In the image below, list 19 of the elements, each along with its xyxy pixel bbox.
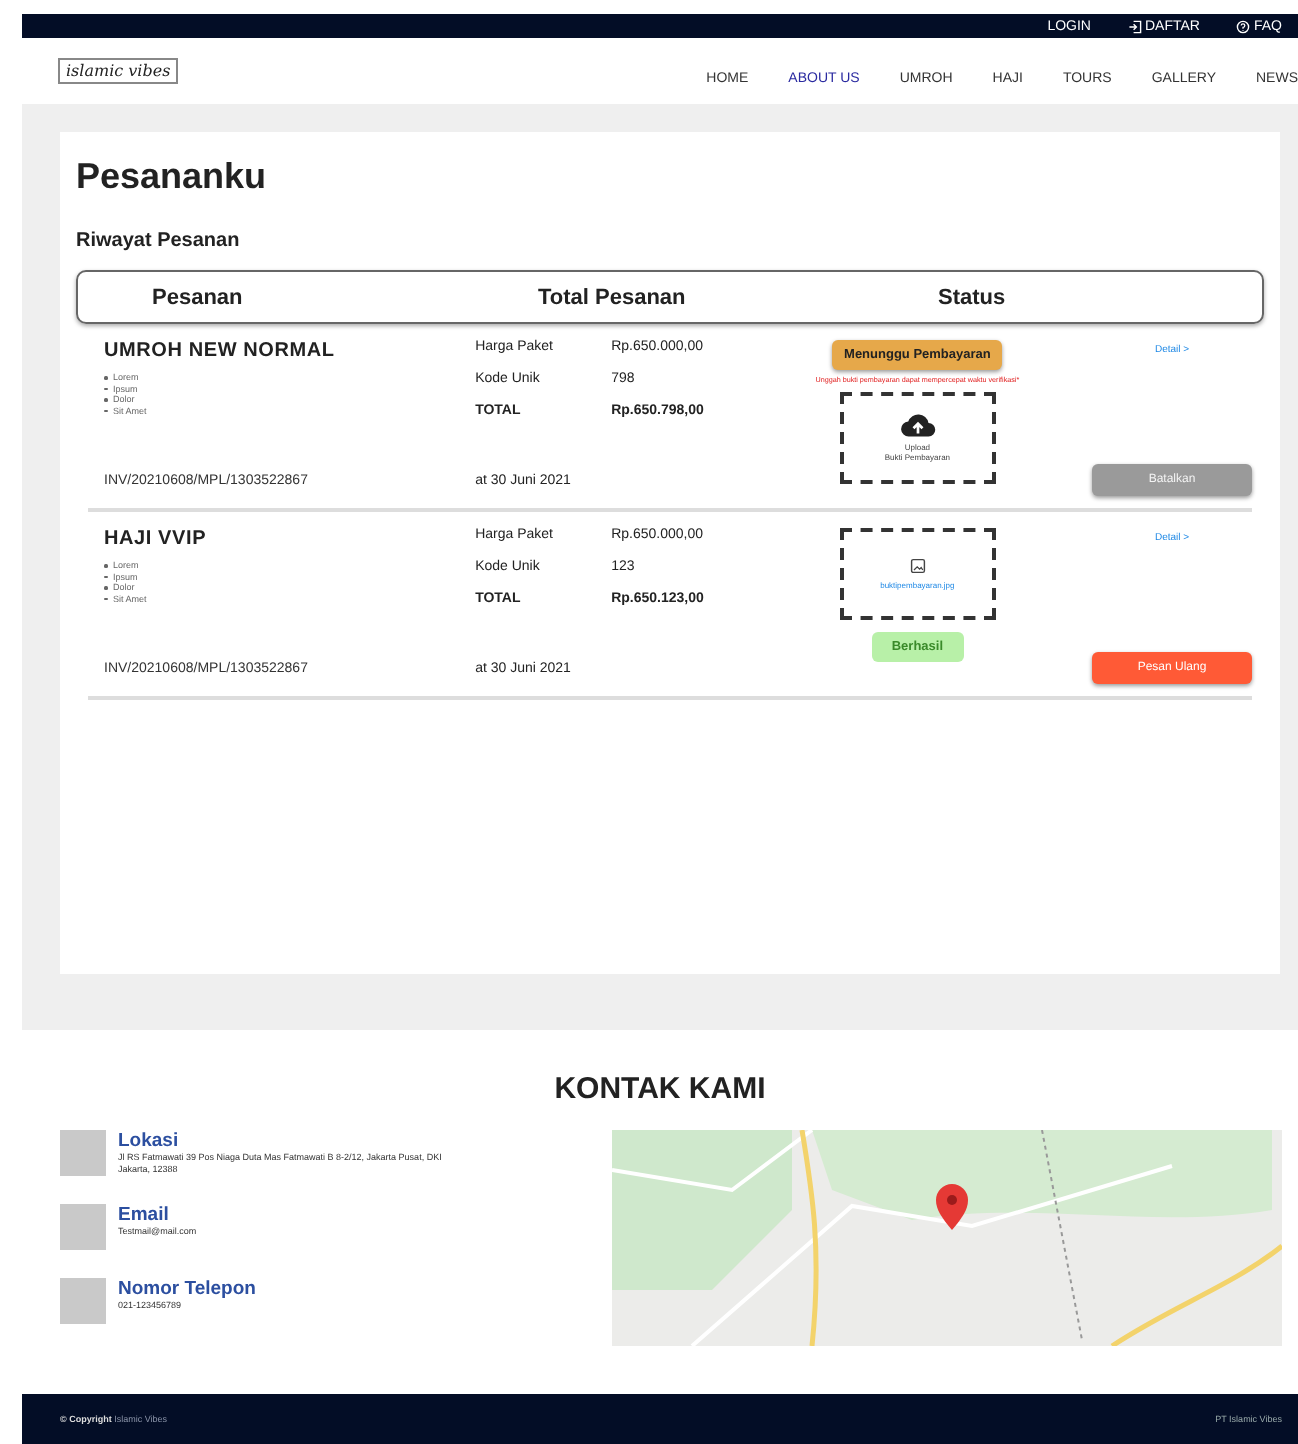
help-icon — [1235, 19, 1250, 33]
contact-title: KONTAK KAMI — [552, 1072, 768, 1106]
column-header: Status — [938, 285, 1006, 309]
contact-label: Nomor Telepon — [118, 1278, 258, 1300]
contact-label: Email — [118, 1204, 171, 1226]
package-name: HAJI VVIP — [104, 528, 209, 550]
section-title: Riwayat Pesanan — [76, 230, 242, 252]
icon-placeholder — [60, 1278, 106, 1324]
icon-placeholder — [60, 1130, 106, 1176]
login-icon — [1127, 19, 1141, 33]
contact-label: Lokasi — [118, 1130, 181, 1152]
column-header: Pesanan — [152, 285, 245, 309]
icon-placeholder — [60, 1204, 106, 1250]
image-file-icon — [909, 558, 926, 574]
package-name: UMROH NEW NORMAL — [104, 340, 337, 362]
page-title: Pesananku — [76, 156, 269, 198]
logo[interactable]: islamic vibes — [58, 58, 179, 84]
cloud-upload-icon — [899, 414, 936, 438]
column-header: Total Pesanan — [538, 285, 688, 309]
